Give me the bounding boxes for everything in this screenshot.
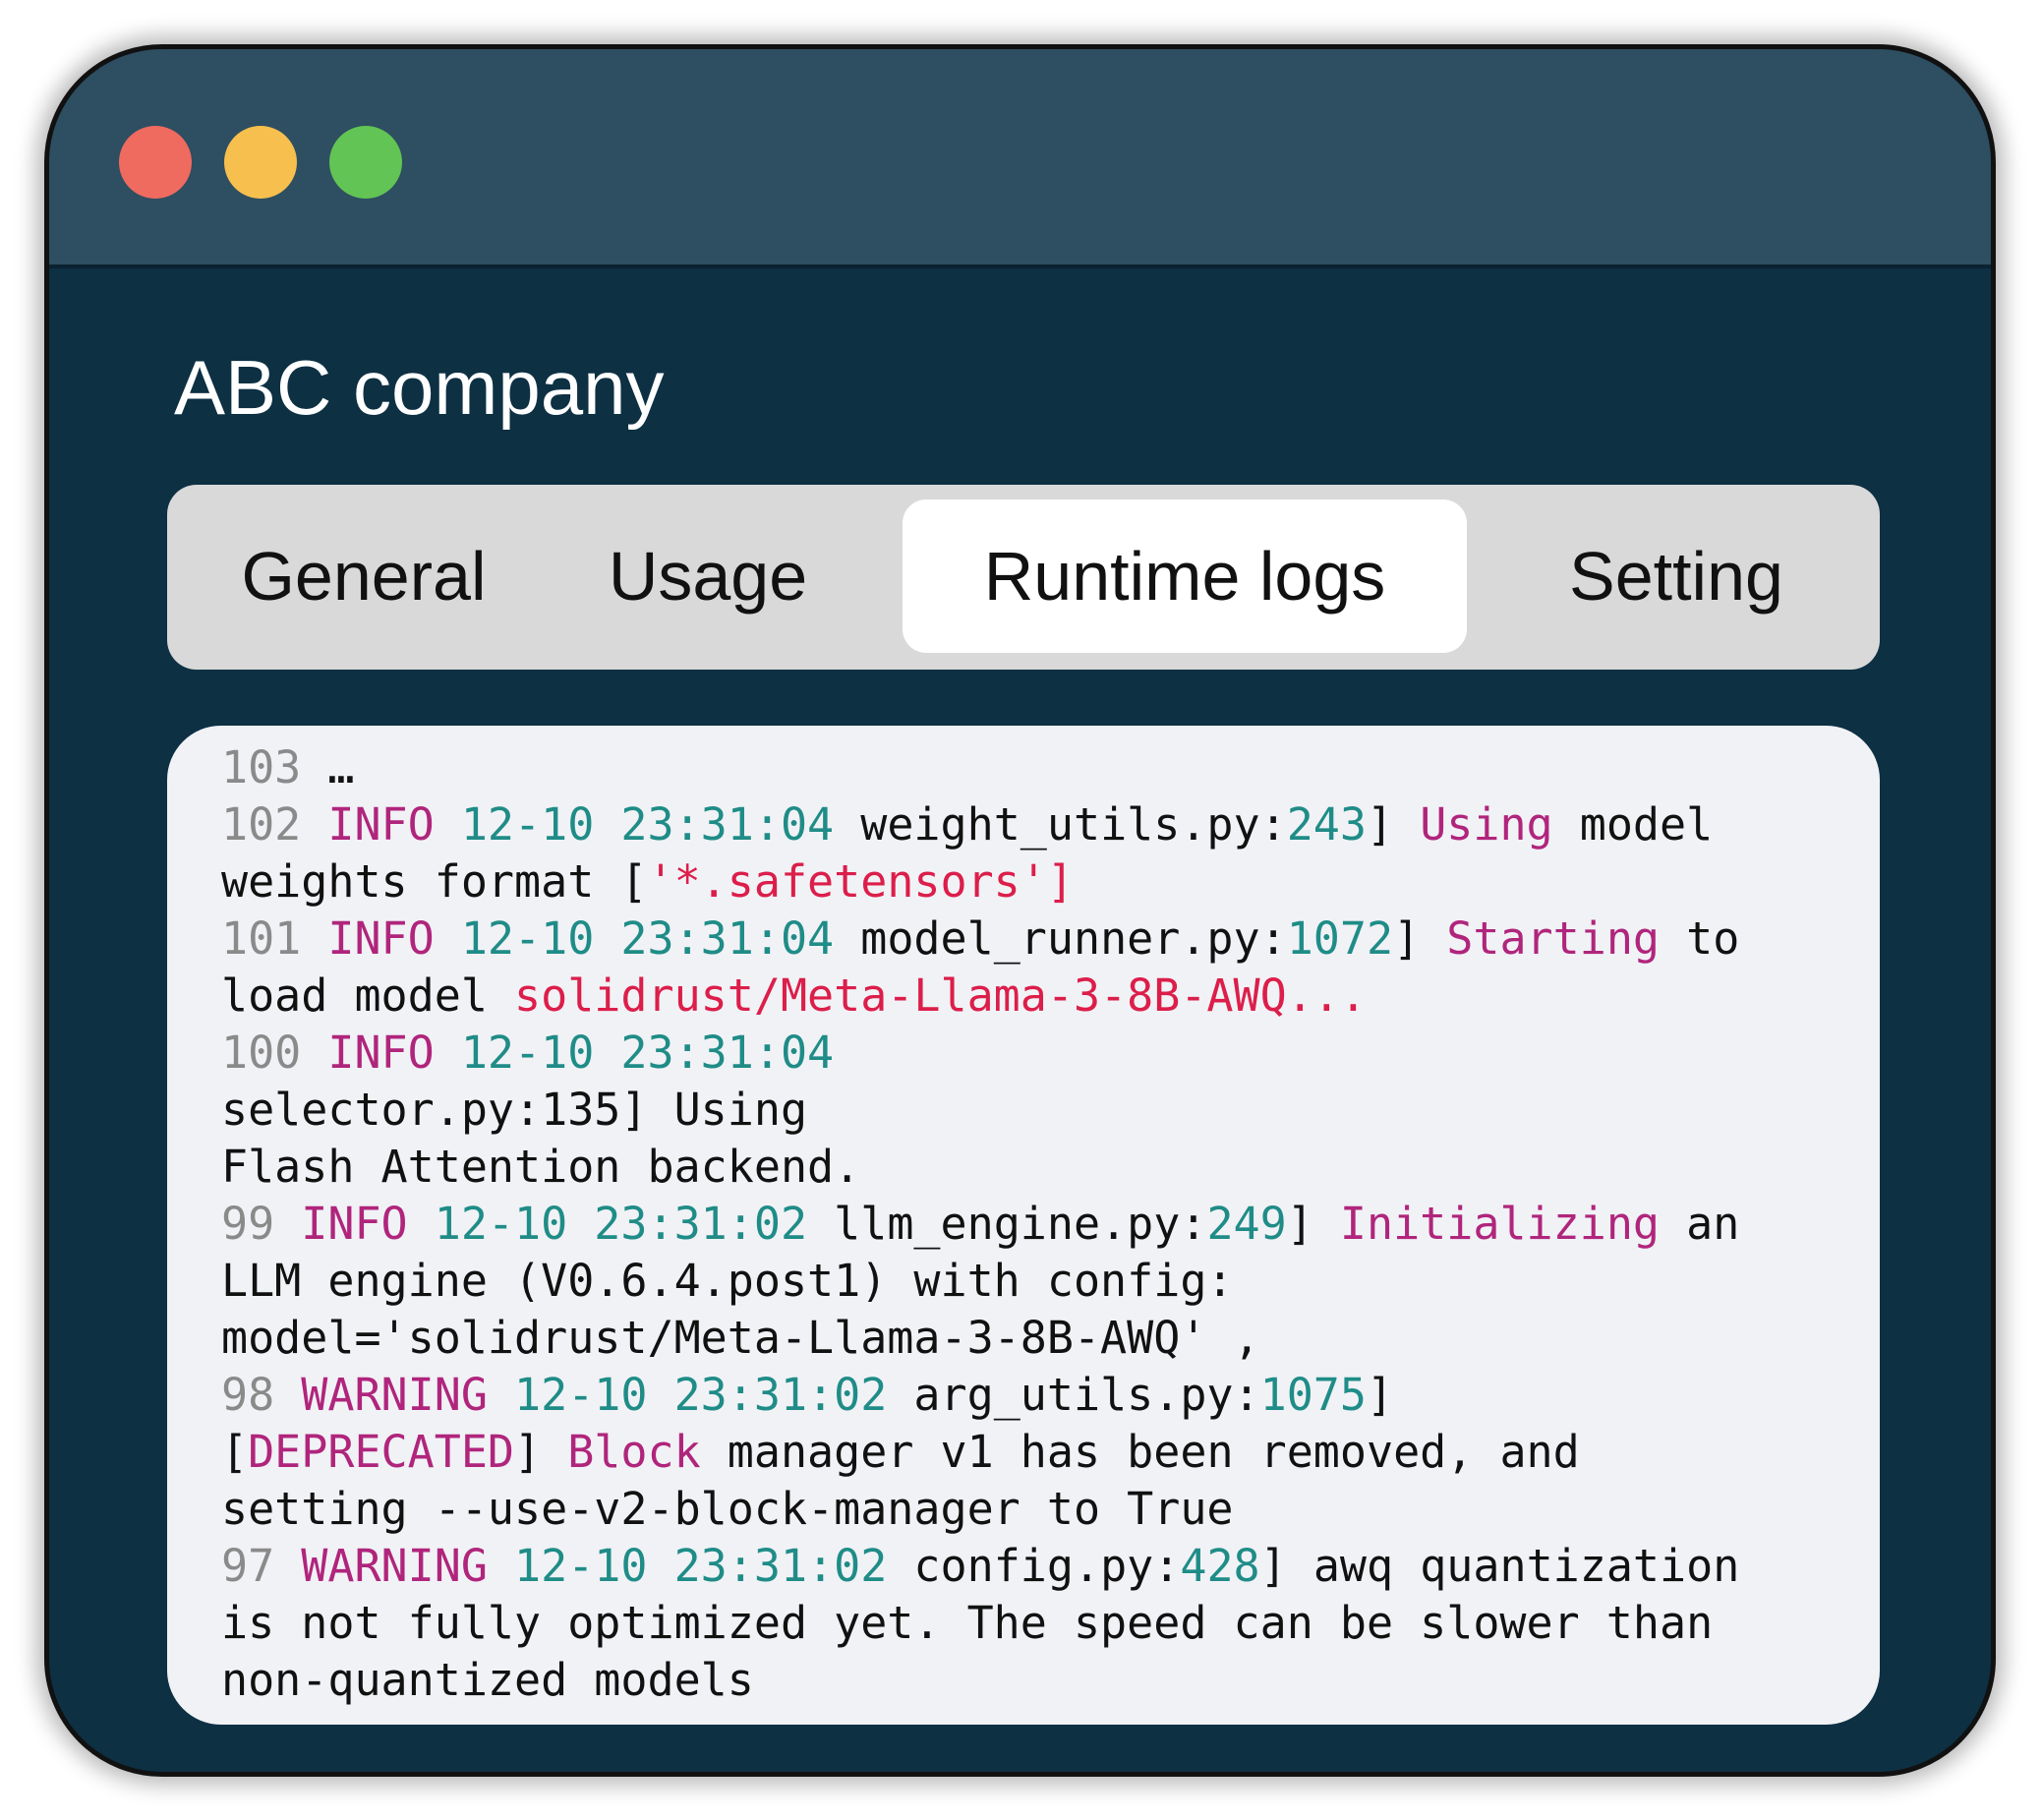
log-line: 101 INFO 12-10 23:31:04 model_runner.py:… [221,912,1740,965]
log-message-keyword: Initializing [1339,1198,1661,1250]
runtime-log-panel[interactable]: 103 … 102 INFO 12-10 23:31:04 weight_uti… [167,726,1880,1725]
title-bar [49,49,1991,268]
log-source-line: 1072 [1286,912,1394,965]
log-level: INFO [327,912,435,965]
log-line: 97 WARNING 12-10 23:31:02 config.py:428]… [221,1540,1740,1592]
log-line: [DEPRECATED] Block manager v1 has been r… [221,1424,1840,1481]
log-line: 102 INFO 12-10 23:31:04 weight_utils.py:… [221,798,1714,851]
log-line: setting --use-v2-block-manager to True [221,1481,1840,1538]
page-title: ABC company [174,344,665,431]
log-message-keyword: Using [1420,798,1553,851]
log-source-line: 249 [1206,1198,1287,1250]
log-line: is not fully optimized yet. The speed ca… [221,1595,1840,1652]
log-timestamp: 12-10 23:31:04 [460,912,835,965]
log-text: model='solidrust/Meta-Llama-3-8B-AWQ' , [221,1312,1260,1364]
log-line: model='solidrust/Meta-Llama-3-8B-AWQ' , [221,1310,1840,1367]
tab-runtime-logs[interactable]: Runtime logs [903,499,1467,653]
log-entry-number: 102 [221,798,302,851]
log-line: weights format ['*.safetensors'] [221,853,1840,910]
log-text: is not fully optimized yet. The speed ca… [221,1597,1714,1649]
log-line: Flash Attention backend. [221,1139,1840,1196]
log-message: an [1660,1198,1740,1250]
log-source-line: 1075 [1259,1369,1367,1421]
log-timestamp: 12-10 23:31:02 [514,1369,888,1421]
log-source-file: model_runner.py: [860,912,1287,965]
log-message: to [1660,912,1740,965]
log-text: selector.py:135] Using [221,1084,808,1136]
log-text: [ [221,1426,249,1478]
log-string-literal: '*.safetensors' [647,855,1047,908]
log-timestamp: 12-10 23:31:04 [460,1027,835,1079]
close-window-button[interactable] [119,126,192,199]
log-text: … [301,741,355,793]
log-line: non-quantized models [221,1652,1840,1709]
log-text: ] [1046,855,1074,908]
log-message: model [1552,798,1714,851]
log-line: load model solidrust/Meta-Llama-3-8B-AWQ… [221,968,1840,1025]
tab-setting[interactable]: Setting [1499,499,1853,653]
log-timestamp: 12-10 23:31:02 [514,1540,888,1592]
log-source-file: arg_utils.py: [913,1369,1260,1421]
tab-general[interactable]: General [216,499,511,653]
log-text: setting --use-v2-block-manager to True [221,1483,1234,1535]
log-source-file: config.py: [913,1540,1181,1592]
log-entry-number: 98 [221,1369,275,1421]
log-level: INFO [327,1027,435,1079]
log-entry-number: 100 [221,1027,302,1079]
log-text: non-quantized models [221,1654,754,1706]
log-line: 98 WARNING 12-10 23:31:02 arg_utils.py:1… [221,1367,1840,1424]
log-level: INFO [301,1198,408,1250]
log-message: awq quantization [1286,1540,1740,1592]
log-message-keyword: Block [567,1426,701,1478]
log-entry-number: 97 [221,1540,275,1592]
log-level: WARNING [301,1369,488,1421]
log-deprecated-tag: DEPRECATED [248,1426,515,1478]
tab-usage[interactable]: Usage [560,499,855,653]
log-source-line: 428 [1180,1540,1260,1592]
log-timestamp: 12-10 23:31:04 [460,798,835,851]
log-source-file: llm_engine.py: [834,1198,1207,1250]
log-entry-number: 103 [221,741,302,793]
log-entry-number: 101 [221,912,302,965]
log-level: INFO [327,798,435,851]
log-message: manager v1 has been removed, and [700,1426,1580,1478]
log-text: load model [221,969,515,1022]
log-line: LLM engine (V0.6.4.post1) with config: [221,1253,1840,1310]
log-string-literal: solidrust/Meta-Llama-3-8B-AWQ... [514,969,1367,1022]
log-source-file: weight_utils.py: [860,798,1287,851]
log-text: Flash Attention backend. [221,1141,861,1193]
log-timestamp: 12-10 23:31:02 [434,1198,808,1250]
log-text: ] [1367,1369,1394,1421]
log-text: weights format [ [221,855,648,908]
minimize-window-button[interactable] [224,126,297,199]
log-line: selector.py:135] Using [221,1082,1840,1139]
log-text: ] [514,1426,568,1478]
log-message-keyword: Starting [1446,912,1661,965]
tab-bar: General Usage Runtime logs Setting [167,485,1880,670]
log-source-line: 243 [1286,798,1367,851]
log-line: 100 INFO 12-10 23:31:04 [221,1025,1840,1082]
maximize-window-button[interactable] [329,126,402,199]
log-text: LLM engine (V0.6.4.post1) with config: [221,1255,1234,1307]
log-entry-number: 99 [221,1198,275,1250]
app-window: ABC company General Usage Runtime logs S… [44,44,1996,1777]
log-level: WARNING [301,1540,488,1592]
log-line: 103 … [221,739,1840,796]
log-line: 99 INFO 12-10 23:31:02 llm_engine.py:249… [221,1198,1740,1250]
